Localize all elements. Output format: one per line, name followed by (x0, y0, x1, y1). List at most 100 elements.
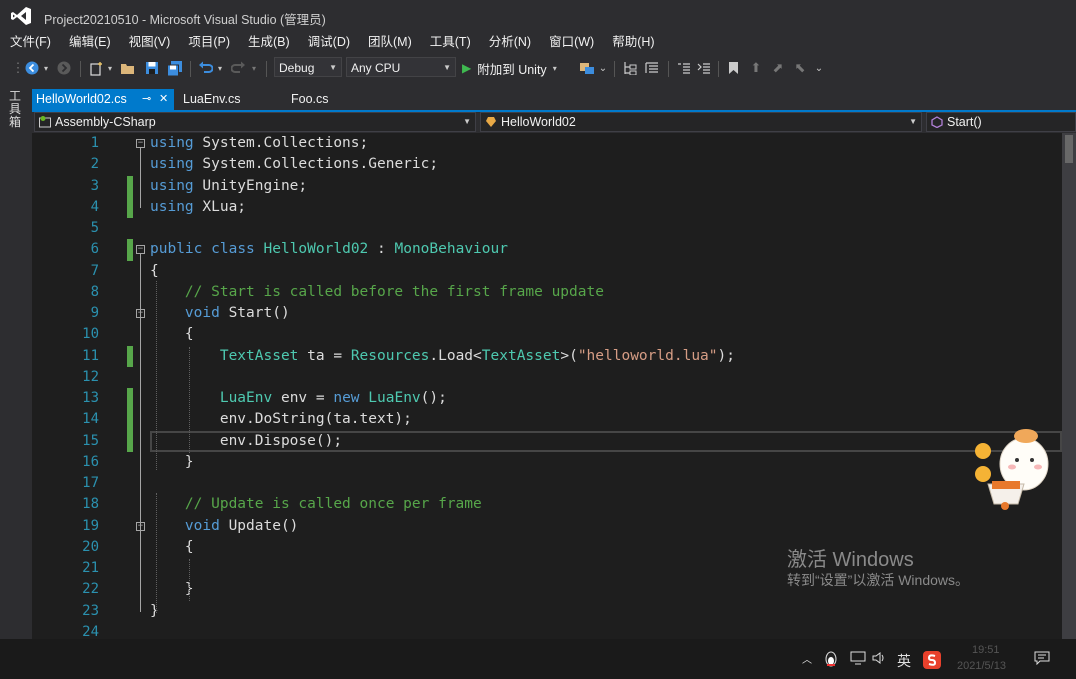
code-line[interactable]: void Update() (150, 516, 299, 537)
solution-configuration-select[interactable]: Debug ▼ (274, 57, 342, 77)
undo-dropdown-icon[interactable]: ▾ (216, 59, 224, 77)
code-line[interactable]: public class HelloWorld02 : MonoBehaviou… (150, 239, 508, 260)
toolbar-overflow-icon[interactable]: ⌄ (598, 59, 608, 77)
code-token: Update() (219, 517, 299, 534)
toggle-bookmark-button[interactable] (726, 59, 740, 77)
code-line[interactable]: using System.Collections.Generic; (150, 154, 438, 175)
tab-luaenv[interactable]: LuaEnv.cs (179, 89, 279, 110)
menu-analyze[interactable]: 分析(N) (480, 32, 540, 53)
navigate-forward-button[interactable] (56, 59, 72, 77)
tab-foo[interactable]: Foo.cs (287, 89, 387, 110)
previous-bookmark-button[interactable]: ⬆ (748, 59, 764, 77)
toolbar-overflow-icon[interactable]: ⌄ (814, 59, 824, 77)
navigate-back-button[interactable] (24, 59, 40, 77)
menu-project[interactable]: 项目(P) (179, 32, 239, 53)
chevron-down-icon: ▼ (443, 63, 451, 72)
redo-button[interactable] (230, 59, 246, 77)
clear-bookmarks-button[interactable]: ⬉ (792, 59, 808, 77)
input-method-indicator[interactable]: 英 (897, 651, 911, 671)
play-icon: ▶ (462, 61, 472, 75)
menu-debug[interactable]: 调试(D) (299, 32, 359, 53)
menu-team[interactable]: 团队(M) (359, 32, 421, 53)
new-project-dropdown-icon[interactable]: ▾ (106, 59, 114, 77)
browser-link-button[interactable] (578, 59, 596, 77)
redo-dropdown-icon[interactable]: ▾ (250, 59, 258, 77)
scrollbar-thumb[interactable] (1065, 135, 1073, 163)
sogou-input-icon[interactable] (923, 651, 941, 672)
code-line[interactable]: using UnityEngine; (150, 176, 307, 197)
code-line[interactable]: } (150, 601, 159, 622)
code-line[interactable]: using System.Collections; (150, 133, 368, 154)
code-line[interactable]: // Start is called before the first fram… (150, 282, 604, 303)
clock-date[interactable]: 2021/5/13 (957, 660, 1006, 672)
indent-guide (156, 493, 157, 613)
uncomment-lines-button[interactable] (696, 59, 712, 77)
code-token: TextAsset (481, 347, 561, 364)
code-token: ta = (298, 347, 351, 364)
type-select[interactable]: HelloWorld02 ▼ (480, 112, 922, 132)
code-line[interactable]: LuaEnv env = new LuaEnv(); (150, 388, 447, 409)
code-line[interactable]: void Start() (150, 303, 290, 324)
toolbar-separator (668, 61, 669, 77)
next-bookmark-button[interactable]: ⬈ (770, 59, 786, 77)
menu-window[interactable]: 窗口(W) (540, 32, 603, 53)
solution-platform-select[interactable]: Any CPU ▼ (346, 57, 456, 77)
new-project-button[interactable] (88, 59, 104, 77)
code-token: System.Collections.Generic; (193, 156, 439, 173)
document-outline-icon (645, 62, 658, 73)
menu-view[interactable]: 视图(V) (120, 32, 180, 53)
window-title: Project20210510 - Microsoft Visual Studi… (44, 13, 326, 27)
undo-button[interactable] (197, 59, 213, 77)
code-line[interactable]: // Update is called once per frame (150, 494, 482, 515)
code-line[interactable]: { (150, 261, 159, 282)
qq-icon[interactable] (824, 651, 838, 670)
close-icon[interactable]: ✕ (159, 89, 168, 110)
menu-file[interactable]: 文件(F) (0, 32, 60, 53)
format-document-button[interactable] (644, 59, 660, 77)
chevron-down-icon: ▼ (329, 63, 337, 72)
save-button[interactable] (144, 59, 160, 77)
pin-icon[interactable]: ⊸ (142, 89, 151, 110)
speaker-icon (872, 652, 884, 664)
navigate-back-dropdown-icon[interactable]: ▾ (42, 59, 50, 77)
forward-arrow-icon (57, 61, 71, 75)
tab-helloworld02[interactable]: HelloWorld02.cs ⊸ ✕ (32, 89, 174, 110)
code-token: ); (717, 347, 735, 364)
toolbar-separator (266, 61, 267, 77)
attach-to-unity-button[interactable]: ▶ 附加到 Unity ▾ (462, 59, 562, 77)
toolbar-separator (190, 61, 191, 77)
code-token: : (368, 241, 395, 258)
open-file-button[interactable] (120, 59, 136, 77)
vertical-scrollbar[interactable] (1062, 133, 1076, 639)
save-all-button[interactable] (166, 59, 184, 77)
toolbar-separator (614, 61, 615, 77)
step-into-button[interactable] (622, 59, 638, 77)
code-line[interactable]: using XLua; (150, 197, 246, 218)
action-center-icon[interactable] (1034, 651, 1050, 668)
redo-icon (230, 61, 245, 73)
menu-tools[interactable]: 工具(T) (421, 32, 480, 53)
menu-build[interactable]: 生成(B) (239, 32, 299, 53)
clock-time[interactable]: 19:51 (972, 644, 1000, 656)
network-icon[interactable] (850, 651, 866, 668)
code-token: (); (420, 390, 447, 406)
code-token: public (150, 241, 203, 258)
toolbox-tab[interactable]: 工具箱 (9, 90, 23, 129)
volume-icon[interactable] (872, 651, 886, 668)
code-line[interactable]: TextAsset ta = Resources.Load<TextAsset>… (150, 346, 735, 367)
code-token: using (150, 156, 194, 173)
new-project-icon (89, 61, 102, 76)
method-icon (931, 116, 943, 128)
show-hidden-icons-button[interactable]: ︿ (802, 651, 812, 666)
project-select[interactable]: Assembly-CSharp ▼ (34, 112, 476, 132)
menu-edit[interactable]: 编辑(E) (60, 32, 120, 53)
member-select[interactable]: Start() (926, 112, 1076, 132)
menu-help[interactable]: 帮助(H) (603, 32, 663, 53)
indent-guide (189, 559, 190, 601)
comment-lines-button[interactable] (676, 59, 692, 77)
undo-icon (198, 61, 213, 73)
taskbar: ︿ 英 (0, 639, 1076, 679)
activate-windows-subtitle: 转到“设置”以激活 Windows。 (787, 572, 970, 588)
